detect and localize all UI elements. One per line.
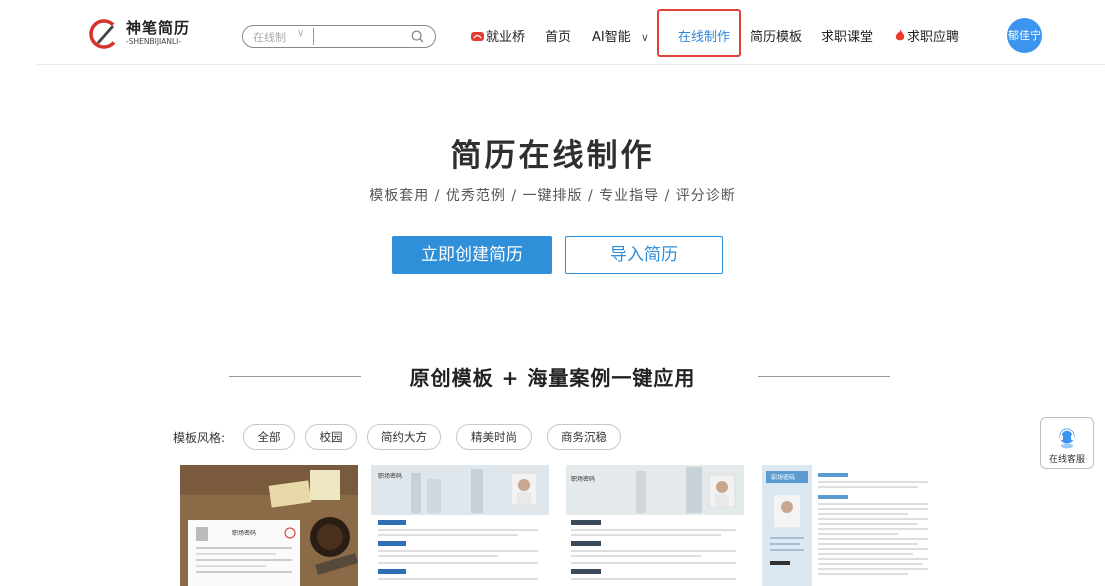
template-card[interactable]: 职场密码 bbox=[371, 465, 549, 586]
search-divider bbox=[313, 28, 314, 45]
online-support-button[interactable]: 在线客服 bbox=[1040, 417, 1094, 469]
flame-icon bbox=[895, 29, 905, 41]
nav-item-online-create[interactable]: 在线制作 bbox=[678, 26, 730, 45]
user-avatar[interactable]: 郁佳宁 bbox=[1007, 18, 1042, 53]
card-title: 职场密码 bbox=[771, 474, 795, 482]
nav-label: 就业桥 bbox=[486, 30, 526, 45]
nav-label: 首页 bbox=[545, 30, 572, 45]
hero-subtitle: 模板套用 / 优秀范例 / 一键排版 / 专业指导 / 评分诊断 bbox=[369, 188, 736, 204]
card-title: 职场密码 bbox=[378, 472, 402, 480]
template-preview-city: 职场密码 bbox=[566, 465, 744, 586]
nav-item-courses[interactable]: 求职课堂 bbox=[821, 26, 873, 45]
template-card[interactable]: 职场密码 bbox=[566, 465, 744, 586]
nav-label: 求职应聘 bbox=[907, 30, 960, 45]
nav-item-jiuyeqiao[interactable]: 就业桥 bbox=[471, 26, 525, 45]
nav-item-home[interactable]: 首页 bbox=[545, 26, 571, 45]
logo-subtitle: -SHENBIJIANLI- bbox=[126, 37, 182, 46]
template-preview-city: 职场密码 bbox=[371, 465, 549, 586]
chevron-down-icon[interactable]: ∨ bbox=[297, 28, 304, 39]
section-title: 原创模板 + 海量案例一键应用 bbox=[409, 366, 696, 390]
template-card[interactable]: 职场密码 bbox=[762, 465, 936, 586]
nav-item-jobs[interactable]: 求职应聘 bbox=[895, 26, 959, 45]
headset-icon bbox=[1059, 428, 1075, 449]
card-title: 职场密码 bbox=[232, 529, 256, 537]
site-logo[interactable]: 神笔简历 -SHENBIJIANLI- bbox=[88, 18, 198, 52]
logo-pen-icon bbox=[89, 19, 119, 49]
nav-label: AI智能 bbox=[592, 30, 631, 45]
logo-name: 神笔简历 bbox=[126, 19, 191, 37]
nav-item-ai[interactable]: AI智能 ∨ bbox=[592, 26, 649, 45]
filter-chip-business[interactable]: 商务沉稳 bbox=[547, 424, 621, 450]
card-title: 职场密码 bbox=[571, 475, 595, 483]
bridge-icon bbox=[471, 32, 484, 41]
create-resume-button[interactable]: 立即创建简历 bbox=[392, 236, 552, 274]
import-resume-button[interactable]: 导入简历 bbox=[565, 236, 723, 274]
nav-label: 简历模板 bbox=[750, 30, 803, 45]
filter-chip-all[interactable]: 全部 bbox=[243, 424, 295, 450]
chevron-down-icon: ∨ bbox=[640, 31, 649, 44]
search-input[interactable] bbox=[317, 27, 407, 46]
nav-label: 求职课堂 bbox=[821, 30, 874, 45]
online-support-label: 在线客服 bbox=[1048, 455, 1085, 465]
filter-chip-campus[interactable]: 校园 bbox=[305, 424, 357, 450]
filter-chip-fashion[interactable]: 精美时尚 bbox=[456, 424, 532, 450]
filter-label: 模板风格: bbox=[173, 431, 226, 445]
nav-label: 在线制作 bbox=[678, 30, 731, 45]
template-preview-desk: 职场密码 bbox=[180, 465, 358, 586]
top-header: 神笔简历 -SHENBIJIANLI- 在线制 ∨ 就业桥 首页 AI智能 ∨ … bbox=[0, 0, 1105, 66]
header-divider bbox=[36, 64, 1105, 65]
search-scope-select[interactable]: 在线制 bbox=[253, 29, 286, 45]
nav-item-templates[interactable]: 简历模板 bbox=[750, 26, 802, 45]
template-preview-sidebar: 职场密码 bbox=[762, 465, 936, 586]
search-box: 在线制 ∨ bbox=[242, 25, 436, 48]
hero-title: 简历在线制作 bbox=[450, 138, 655, 174]
filter-chip-simple[interactable]: 简约大方 bbox=[367, 424, 441, 450]
template-card[interactable]: 职场密码 bbox=[180, 465, 358, 586]
search-icon[interactable] bbox=[411, 30, 424, 43]
